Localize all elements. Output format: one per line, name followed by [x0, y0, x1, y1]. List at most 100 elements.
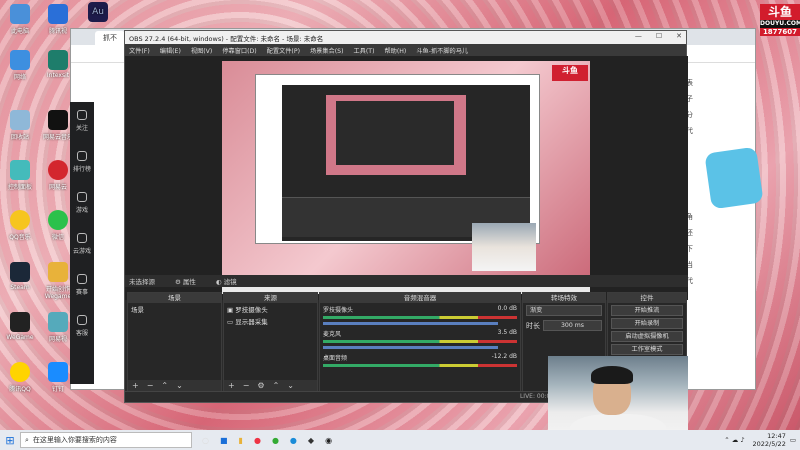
obs-icon[interactable]: ◉: [325, 436, 332, 445]
trophy-icon: [77, 274, 87, 284]
network-icon[interactable]: 网络: [2, 50, 38, 81]
mixer-channel-webcam: 罗技摄像头 0.0 dB: [320, 303, 520, 327]
menu-file[interactable]: 文件(F): [129, 46, 150, 55]
sidebar-item-support[interactable]: 客服: [70, 307, 94, 348]
gear-icon[interactable]: ⚙: [257, 381, 264, 390]
sidebar-item-cloud-games[interactable]: 云游戏: [70, 225, 94, 266]
gamepad-icon: [77, 233, 87, 243]
volume-meter: [323, 316, 517, 319]
this-pc-icon[interactable]: 此电脑: [2, 4, 38, 35]
obs-preview-canvas[interactable]: 斗鱼: [222, 61, 590, 294]
heart-icon: [77, 110, 87, 120]
add-icon[interactable]: +: [132, 381, 139, 390]
scene-item[interactable]: 场景: [128, 303, 221, 315]
sidebar-item-follow[interactable]: 关注: [70, 102, 94, 143]
down-icon[interactable]: ⌄: [287, 381, 294, 390]
browser-tab[interactable]: 抓不: [95, 31, 125, 45]
folder-icon[interactable]: ▮: [239, 436, 243, 445]
source-item-webcam[interactable]: ▣ 罗技摄像头: [224, 303, 317, 315]
preview-webcam: [472, 223, 536, 271]
mixer-channel-mic: 麦克风 3.5 dB: [320, 327, 520, 351]
down-icon[interactable]: ⌄: [176, 381, 183, 390]
game-icon: [77, 192, 87, 202]
transition-select[interactable]: 渐变: [526, 305, 602, 316]
menu-profile[interactable]: 配置文件(P): [267, 46, 300, 55]
menu-view[interactable]: 视图(V): [191, 46, 212, 55]
add-icon[interactable]: +: [228, 381, 235, 390]
obs-window: OBS 27.2.4 (64-bit, windows) - 配置文件: 未命名…: [124, 30, 688, 403]
obs-titlebar: OBS 27.2.4 (64-bit, windows) - 配置文件: 未命名…: [125, 31, 686, 44]
sources-dock: 来源 ▣ 罗技摄像头 ▭ 显示器采集 + − ⚙ ⌃ ⌄: [223, 292, 318, 392]
taskbar-app-icon[interactable]: ■: [220, 436, 228, 445]
virtual-camera-button[interactable]: 启动虚拟摄像机: [611, 331, 683, 342]
sidebar-item-events[interactable]: 赛事: [70, 266, 94, 307]
tencent-qq-icon[interactable]: 腾讯QQ: [2, 362, 38, 393]
source-toolbar: 未选择源 ⚙ 属性 ◐ 滤镜: [125, 275, 688, 287]
nested-preview-level2: [326, 95, 466, 175]
sidebar-item-ranking[interactable]: 排行榜: [70, 143, 94, 184]
search-icon: ⌕: [25, 435, 29, 444]
volume-meter: [323, 364, 517, 367]
tray-icons[interactable]: ⌃ ☁ ♪: [724, 436, 744, 444]
filters-button[interactable]: ◐ 滤镜: [216, 276, 237, 286]
headset-icon: [77, 315, 87, 325]
volume-slider[interactable]: [323, 322, 498, 325]
pinned-apps: ○ ■ ▮ ● ● ● ◆ ◉: [202, 436, 332, 445]
ranking-icon: [77, 151, 87, 161]
recycle-bin-icon[interactable]: 回收站: [2, 110, 38, 141]
volume-slider[interactable]: [323, 346, 498, 349]
start-streaming-button[interactable]: 开始推流: [611, 305, 683, 316]
wegame-icon[interactable]: WeGame: [2, 312, 38, 341]
taskbar-search[interactable]: ⌕ 在这里输入你要搜索的内容: [20, 432, 192, 448]
remove-icon[interactable]: −: [147, 381, 154, 390]
clock[interactable]: 12:47 2022/5/22: [753, 432, 786, 448]
monitor-icon: ▭: [227, 318, 236, 326]
notification-icon[interactable]: ▭: [790, 436, 796, 444]
up-icon[interactable]: ⌃: [273, 381, 280, 390]
douyu-left-sidebar: 关注 排行榜 游戏 云游戏 赛事 客服: [70, 102, 94, 384]
menu-docks[interactable]: 停靠窗口(D): [222, 46, 256, 55]
nested-obs-preview: [255, 74, 540, 244]
volume-meter: [323, 340, 517, 343]
maximize-icon[interactable]: ☐: [656, 32, 662, 40]
obs-menubar: 文件(F) 编辑(E) 视图(V) 停靠窗口(D) 配置文件(P) 场景集合(S…: [125, 44, 686, 56]
menu-help[interactable]: 帮助(H): [384, 46, 406, 55]
windows-taskbar: ⊞ ⌕ 在这里输入你要搜索的内容 ○ ■ ▮ ● ● ● ◆ ◉ ⌃ ☁ ♪ 1…: [0, 430, 800, 450]
close-icon[interactable]: ✕: [676, 32, 682, 40]
system-tray: ⌃ ☁ ♪ 12:47 2022/5/22 ▭: [724, 430, 796, 450]
chrome-icon[interactable]: ●: [272, 436, 279, 445]
audition-icon[interactable]: Au: [80, 2, 116, 24]
browser-icon[interactable]: ●: [254, 436, 261, 445]
windows-start-icon[interactable]: ⊞: [0, 434, 20, 447]
minimize-icon[interactable]: —: [635, 32, 642, 40]
camera-icon: ▣: [227, 306, 236, 314]
start-recording-button[interactable]: 开始录制: [611, 318, 683, 329]
menu-tools[interactable]: 工具(T): [354, 46, 375, 55]
douyu-watermark: 斗鱼 DOUYU.COM 1877607: [760, 4, 800, 36]
desktop-icon-grid: 此电脑 腾讯视 Au 网络 Intexsit 回收站 网易云音乐 控制面板 网易…: [0, 0, 108, 420]
up-icon[interactable]: ⌃: [161, 381, 168, 390]
task-view-icon[interactable]: ○: [202, 436, 209, 445]
mixer-channel-desktop: 桌面音频 -12.2 dB: [320, 351, 520, 371]
obs-preview-area: 斗鱼: [125, 56, 688, 300]
sources-toolbar: + − ⚙ ⌃ ⌄: [224, 380, 317, 391]
scenes-toolbar: + − ⌃ ⌄: [128, 380, 221, 391]
app-icon[interactable]: ◆: [308, 436, 314, 445]
edge-icon[interactable]: ●: [290, 436, 297, 445]
remove-icon[interactable]: −: [243, 381, 250, 390]
duration-input[interactable]: 300 ms: [543, 320, 602, 331]
menu-douyu[interactable]: 斗鱼-抓不脚的马儿: [416, 46, 468, 55]
mascot-image: [704, 146, 764, 210]
steam-icon[interactable]: Steam: [2, 262, 38, 291]
audio-mixer-dock: 音频混音器 罗技摄像头 0.0 dB 麦克风 3.5 dB 桌面音频 -12.2 dB: [319, 292, 521, 392]
source-item-display[interactable]: ▭ 显示器采集: [224, 315, 317, 327]
qq-music-icon[interactable]: QQ音乐: [2, 210, 38, 241]
menu-edit[interactable]: 编辑(E): [160, 46, 181, 55]
menu-scene-collection[interactable]: 场景集合(S): [310, 46, 344, 55]
preview-douyu-logo: 斗鱼: [552, 65, 588, 81]
sidebar-item-games[interactable]: 游戏: [70, 184, 94, 225]
control-panel-icon[interactable]: 控制面板: [2, 160, 38, 191]
scenes-dock: 场景 场景 + − ⌃ ⌄: [127, 292, 222, 392]
studio-mode-button[interactable]: 工作室模式: [611, 344, 683, 355]
properties-button[interactable]: ⚙ 属性: [175, 276, 196, 286]
